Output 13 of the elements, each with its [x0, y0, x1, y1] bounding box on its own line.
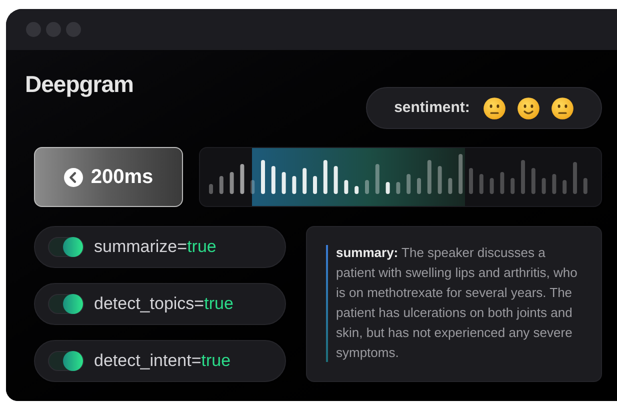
neutral-face-icon [482, 96, 506, 120]
toggle-switch[interactable] [48, 294, 84, 314]
summary-text: summary: The speaker discusses a patient with swelling lips and arthritis, who is on methotrexate for several years. The patient has ulcerations on both joints and skin, but has not experienced any severe symptoms. [336, 244, 578, 362]
option-label: summarize=true [94, 236, 216, 258]
option-label: detect_topics=true [94, 293, 234, 316]
delay-button[interactable]: 200ms [34, 147, 183, 207]
neutral-face-icon [550, 96, 574, 120]
logo: Deepgram [25, 70, 134, 99]
toggle-switch[interactable] [48, 237, 84, 257]
option-label: detect_intent=true [94, 350, 231, 372]
smiling-face-icon [516, 96, 540, 120]
sentiment-label: sentiment: [394, 98, 470, 118]
toggle-switch[interactable] [48, 351, 84, 371]
